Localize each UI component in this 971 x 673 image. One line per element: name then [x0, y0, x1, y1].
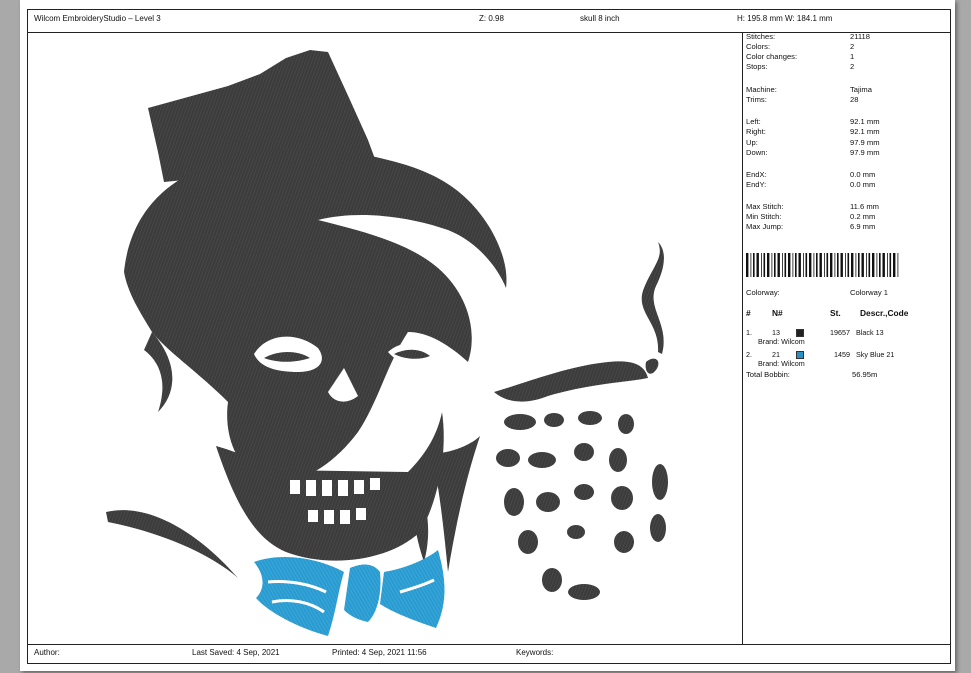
stat-max-stitch: Max Stitch: 11.6 mm: [746, 202, 879, 211]
print-preview-sheet: Wilcom EmbroideryStudio – Level 3 Z: 0.9…: [20, 0, 955, 671]
last-saved: Last Saved: 4 Sep, 2021: [192, 648, 280, 657]
stat-endy: EndY: 0.0 mm: [746, 180, 876, 189]
stat-color-changes: Color changes: 1: [746, 52, 855, 61]
stat-left: Left: 92.1 mm: [746, 117, 880, 126]
color-swatch: [796, 351, 804, 359]
stat-min-stitch: Min Stitch: 0.2 mm: [746, 212, 876, 221]
stat-up: Up: 97.9 mm: [746, 138, 880, 147]
worksheet-header: Wilcom EmbroideryStudio – Level 3 Z: 0.9…: [28, 10, 950, 33]
worksheet-frame: Wilcom EmbroideryStudio – Level 3 Z: 0.9…: [27, 9, 951, 664]
worksheet-footer: Author: Last Saved: 4 Sep, 2021 Printed:…: [28, 644, 950, 663]
author-label: Author:: [34, 648, 60, 657]
stat-trims: Trims: 28: [746, 95, 859, 104]
stat-colors: Colors: 2: [746, 42, 855, 51]
skull-design-graphic: [106, 50, 668, 636]
design-dimensions: H: 195.8 mm W: 184.1 mm: [737, 14, 833, 23]
keywords-label: Keywords:: [516, 648, 554, 657]
color-swatch: [796, 329, 804, 337]
stat-machine: Machine: Tajima: [746, 85, 872, 94]
colorway-row: Colorway: Colorway 1: [746, 288, 888, 297]
embroidery-design-preview: [28, 32, 742, 645]
stat-stitches: Stitches: 21118: [746, 32, 870, 41]
stat-max-jump: Max Jump: 6.9 mm: [746, 222, 876, 231]
design-barcode: [746, 253, 899, 277]
stat-down: Down: 97.9 mm: [746, 148, 880, 157]
panel-divider: [742, 32, 743, 645]
stat-right: Right: 92.1 mm: [746, 127, 880, 136]
design-name: skull 8 inch: [580, 14, 620, 23]
stat-endx: EndX: 0.0 mm: [746, 170, 876, 179]
zoom-readout: Z: 0.98: [479, 14, 504, 23]
app-title: Wilcom EmbroideryStudio – Level 3: [34, 14, 161, 23]
stat-stops: Stops: 2: [746, 62, 855, 71]
printed-date: Printed: 4 Sep, 2021 11:56: [332, 648, 427, 657]
